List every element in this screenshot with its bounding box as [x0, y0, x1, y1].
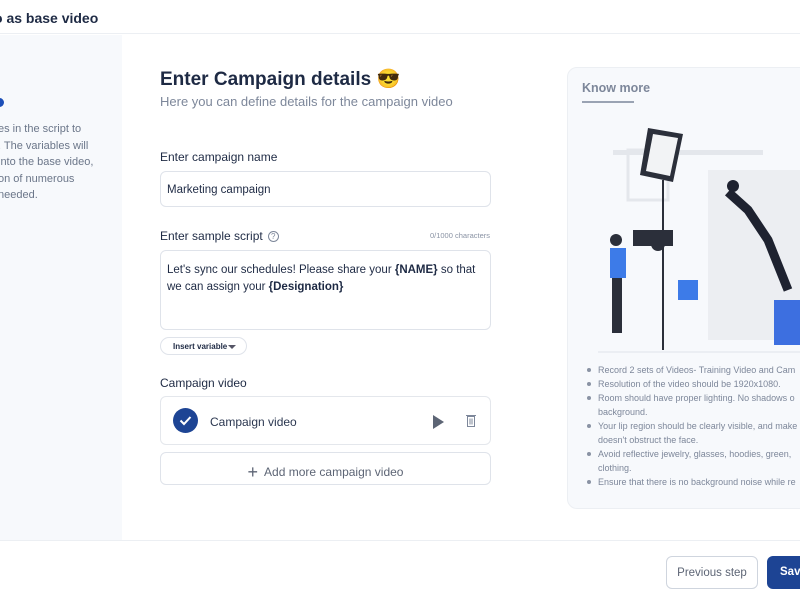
step-indicator [0, 98, 4, 107]
sample-script-textarea[interactable]: Let's sync our schedules! Please share y… [160, 250, 491, 330]
caret-down-icon [228, 345, 236, 349]
footer: Previous step Save [0, 540, 800, 600]
sample-script-label: Enter sample script? [160, 229, 279, 243]
previous-step-button[interactable]: Previous step [666, 556, 758, 589]
insert-variable-dropdown[interactable]: Insert variable [160, 337, 247, 355]
tip-item-continued: clothing. [598, 463, 632, 473]
left-info-panel: es in the script to . The variables will… [0, 35, 122, 540]
header: o as base video [0, 0, 800, 34]
tip-item: Record 2 sets of Videos- Training Video … [586, 363, 800, 377]
tip-item: Your lip region should be clearly visibl… [586, 419, 800, 433]
campaign-video-label: Campaign video [160, 376, 247, 390]
page-subtitle: Here you can define details for the camp… [160, 94, 453, 109]
info-text: es in the script to . The variables will… [0, 123, 94, 201]
know-more-title: Know more [582, 81, 651, 95]
tip-item-continued: background. [598, 407, 648, 417]
title-underline [582, 101, 634, 103]
tip-item-continued: doesn't obstruct the face. [598, 435, 699, 445]
page-title: Enter Campaign details 😎 [160, 69, 401, 90]
tip-item: Avoid reflective jewelry, glasses, hoodi… [586, 447, 800, 461]
save-button[interactable]: Save [767, 556, 800, 589]
campaign-name-input[interactable]: Marketing campaign [160, 171, 491, 207]
campaign-video-name: Campaign video [210, 415, 297, 429]
sunglasses-emoji-icon: 😎 [376, 69, 401, 90]
campaign-video-item: Campaign video [160, 396, 491, 445]
tip-item: Ensure that there is no background noise… [586, 475, 800, 489]
trash-icon[interactable] [466, 414, 476, 427]
page-header-title: o as base video [0, 10, 99, 26]
character-counter: 0/1000 characters [429, 231, 490, 240]
add-campaign-video-button[interactable]: + Add more campaign video [160, 452, 491, 485]
tips-list: Record 2 sets of Videos- Training Video … [586, 363, 800, 489]
check-circle-icon [173, 408, 198, 433]
tip-item: Resolution of the video should be 1920x1… [586, 377, 800, 391]
plus-icon: + [247, 462, 259, 482]
tip-item: Room should have proper lighting. No sha… [586, 391, 800, 405]
question-circle-icon[interactable]: ? [267, 231, 279, 242]
video-shoot-illustration [598, 128, 800, 353]
know-more-panel: Know more Record 2 sets of Videos- Train… [567, 67, 800, 509]
campaign-name-label: Enter campaign name [160, 150, 278, 164]
play-icon[interactable] [433, 415, 444, 429]
